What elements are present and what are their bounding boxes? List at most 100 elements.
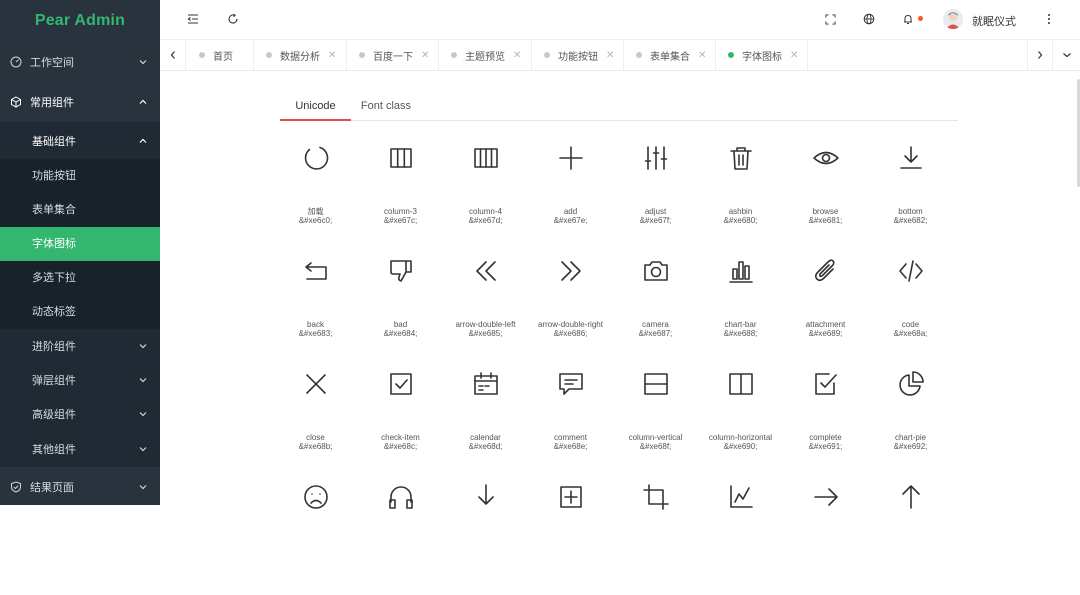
tabs-dropdown-button[interactable] bbox=[1054, 40, 1080, 70]
tab-fontclass[interactable]: Font class bbox=[351, 91, 421, 121]
icon-cell[interactable] bbox=[698, 482, 783, 595]
tab-close-icon[interactable]: ✕ bbox=[328, 50, 336, 61]
menu-result[interactable]: 结果页面 bbox=[0, 467, 160, 505]
icon-name: chart-bar bbox=[724, 320, 757, 329]
icon-cell[interactable] bbox=[868, 482, 953, 595]
icon-cell[interactable] bbox=[783, 482, 868, 595]
sidebar-item[interactable]: 多选下拉 bbox=[0, 261, 160, 295]
icon-cell[interactable]: camera &#xe687; bbox=[613, 256, 698, 369]
tab-item[interactable]: 表单集合 ✕ bbox=[624, 40, 716, 70]
tab-label: 百度一下 bbox=[373, 51, 413, 63]
bell-icon[interactable] bbox=[901, 12, 915, 26]
icon-cell[interactable]: 加载 &#xe6c0; bbox=[273, 143, 358, 256]
icon-cell[interactable]: chart-bar &#xe688; bbox=[698, 256, 783, 369]
column-horizontal-icon bbox=[728, 373, 753, 395]
icon-cell[interactable]: column-vertical &#xe68f; bbox=[613, 369, 698, 482]
submenu-basic: 功能按钮 表单集合 字体图标 多选下拉 动态标签 bbox=[0, 159, 160, 329]
add-icon bbox=[558, 146, 583, 170]
tab-item[interactable]: 百度一下 ✕ bbox=[347, 40, 439, 70]
app-logo[interactable]: Pear Admin bbox=[0, 0, 160, 42]
icon-cell[interactable] bbox=[528, 482, 613, 595]
icon-cell[interactable]: calendar &#xe68d; bbox=[443, 369, 528, 482]
sidebar-item[interactable]: 功能按钮 bbox=[0, 159, 160, 193]
icon-code: &#xe67e; bbox=[553, 216, 588, 225]
icon-cell[interactable] bbox=[613, 482, 698, 595]
icon-cell[interactable]: adjust &#xe67f; bbox=[613, 143, 698, 256]
menu-other[interactable]: 其他组件 bbox=[0, 431, 160, 467]
collapse-menu-icon[interactable] bbox=[186, 12, 200, 26]
tab-close-icon[interactable]: ✕ bbox=[421, 50, 429, 61]
icon-cell[interactable]: check-item &#xe68c; bbox=[358, 369, 443, 482]
fullscreen-icon[interactable] bbox=[823, 12, 837, 26]
icon-cell[interactable]: complete &#xe691; bbox=[783, 369, 868, 482]
icon-cell[interactable]: arrow-double-left &#xe685; bbox=[443, 256, 528, 369]
browse-icon bbox=[812, 151, 839, 165]
icon-cell[interactable]: chart-pie &#xe692; bbox=[868, 369, 953, 482]
tab-close-icon[interactable]: ✕ bbox=[513, 50, 521, 61]
menu-senior-label: 高级组件 bbox=[32, 409, 76, 421]
icon-code: &#xe686; bbox=[553, 329, 588, 338]
icon-cell[interactable]: bad &#xe684; bbox=[358, 256, 443, 369]
comment-icon bbox=[558, 373, 583, 395]
menu-senior[interactable]: 高级组件 bbox=[0, 397, 160, 431]
sidebar-item[interactable]: 表单集合 bbox=[0, 193, 160, 227]
icon-cell[interactable] bbox=[443, 482, 528, 595]
username[interactable]: 就眠仪式 bbox=[972, 13, 1016, 29]
menu-popup[interactable]: 弹层组件 bbox=[0, 363, 160, 397]
chart-line-icon bbox=[729, 485, 753, 508]
icon-cell[interactable] bbox=[273, 482, 358, 595]
tab-status-dot bbox=[544, 52, 550, 58]
icon-cell[interactable]: column-3 &#xe67c; bbox=[358, 143, 443, 256]
more-vertical-icon[interactable] bbox=[1042, 12, 1056, 26]
icon-cell[interactable]: code &#xe68a; bbox=[868, 256, 953, 369]
tabs-prev-button[interactable] bbox=[160, 40, 186, 70]
icon-cell[interactable]: ashbin &#xe680; bbox=[698, 143, 783, 256]
tab-item[interactable]: 主题预览 ✕ bbox=[439, 40, 532, 70]
globe-icon[interactable] bbox=[862, 12, 876, 26]
refresh-icon[interactable] bbox=[226, 12, 240, 26]
chevron-down-icon bbox=[139, 412, 147, 417]
sidebar-item[interactable]: 动态标签 bbox=[0, 295, 160, 329]
crop-icon bbox=[642, 484, 669, 510]
icon-cell[interactable]: column-horizontal &#xe690; bbox=[698, 369, 783, 482]
icon-code: &#xe680; bbox=[723, 216, 758, 225]
chevron-down-icon bbox=[1063, 53, 1071, 58]
sidebar-item[interactable]: 字体图标 bbox=[0, 227, 160, 261]
tab-close-icon[interactable]: ✕ bbox=[790, 50, 798, 61]
icon-name: 加载 bbox=[307, 207, 324, 216]
icon-cell[interactable] bbox=[358, 482, 443, 595]
add-image-icon bbox=[559, 486, 582, 508]
tab-item[interactable]: 首页 bbox=[187, 40, 254, 70]
icon-name: browse bbox=[812, 207, 839, 216]
arrow-up-icon bbox=[901, 485, 920, 509]
icon-cell[interactable]: back &#xe683; bbox=[273, 256, 358, 369]
tab-item[interactable]: 字体图标 ✕ bbox=[716, 40, 808, 70]
icon-cell[interactable]: close &#xe68b; bbox=[273, 369, 358, 482]
icon-code: &#xe690; bbox=[723, 442, 758, 451]
icon-cell[interactable]: comment &#xe68e; bbox=[528, 369, 613, 482]
tab-label: 字体图标 bbox=[742, 51, 782, 63]
icon-name: complete bbox=[809, 433, 842, 442]
icon-cell[interactable]: browse &#xe681; bbox=[783, 143, 868, 256]
icon-cell[interactable]: bottom &#xe682; bbox=[868, 143, 953, 256]
calendar-icon bbox=[473, 372, 498, 395]
menu-basic[interactable]: 基础组件 bbox=[0, 122, 160, 159]
icon-name: column-4 bbox=[469, 207, 502, 216]
icon-code: &#xe68e; bbox=[553, 442, 588, 451]
avatar[interactable] bbox=[943, 9, 963, 29]
menu-workspace[interactable]: 工作空间 bbox=[0, 42, 160, 82]
camera-icon bbox=[643, 261, 668, 281]
tab-close-icon[interactable]: ✕ bbox=[698, 50, 706, 61]
menu-common[interactable]: 常用组件 bbox=[0, 82, 160, 122]
tab-item[interactable]: 数据分析 ✕ bbox=[254, 40, 347, 70]
icon-cell[interactable]: add &#xe67e; bbox=[528, 143, 613, 256]
tab-unicode[interactable]: Unicode bbox=[280, 91, 351, 121]
icon-cell[interactable]: arrow-double-right &#xe686; bbox=[528, 256, 613, 369]
tab-item[interactable]: 功能按钮 ✕ bbox=[532, 40, 624, 70]
tab-close-icon[interactable]: ✕ bbox=[606, 50, 614, 61]
menu-advanced[interactable]: 进阶组件 bbox=[0, 329, 160, 363]
tabs-next-button[interactable] bbox=[1027, 40, 1053, 70]
icon-cell[interactable]: attachment &#xe689; bbox=[783, 256, 868, 369]
icon-cell[interactable]: column-4 &#xe67d; bbox=[443, 143, 528, 256]
tab-label: 主题预览 bbox=[465, 51, 505, 63]
